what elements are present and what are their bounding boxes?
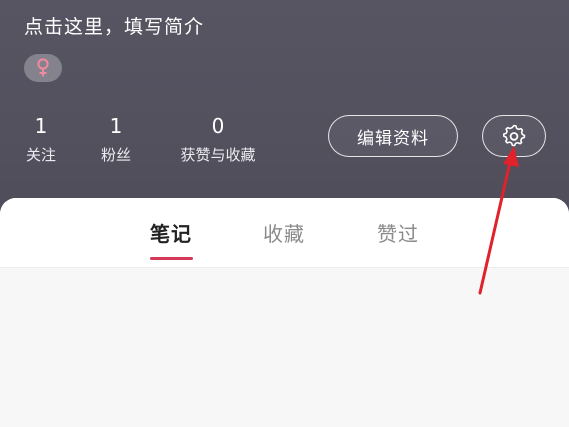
stat-likes-and-collects[interactable]: 0 获赞与收藏 [172,114,264,165]
tab-bar: 笔记 收藏 赞过 [0,198,569,268]
gender-badge [24,54,62,82]
stat-following[interactable]: 1 关注 [22,114,60,165]
gear-icon [503,124,526,147]
bio-placeholder[interactable]: 点击这里，填写简介 [24,12,204,39]
edit-profile-button[interactable]: 编辑资料 [328,115,458,157]
tab-collections[interactable]: 收藏 [263,218,305,247]
profile-header: 点击这里，填写简介 1 关注 1 粉丝 0 获赞与收藏 编辑资料 [0,0,569,215]
female-symbol-icon [37,58,49,77]
tab-notes[interactable]: 笔记 [150,218,192,247]
fans-count: 1 [109,114,123,138]
likes-label: 获赞与收藏 [180,146,256,164]
content-panel: 笔记 收藏 赞过 [0,198,569,427]
fans-label: 粉丝 [100,146,131,164]
following-label: 关注 [25,146,56,164]
likes-count: 0 [211,114,225,138]
active-tab-indicator [150,257,193,260]
stat-fans[interactable]: 1 粉丝 [96,114,136,165]
settings-button[interactable] [482,115,546,157]
following-count: 1 [34,114,48,138]
tab-liked[interactable]: 赞过 [377,218,419,247]
